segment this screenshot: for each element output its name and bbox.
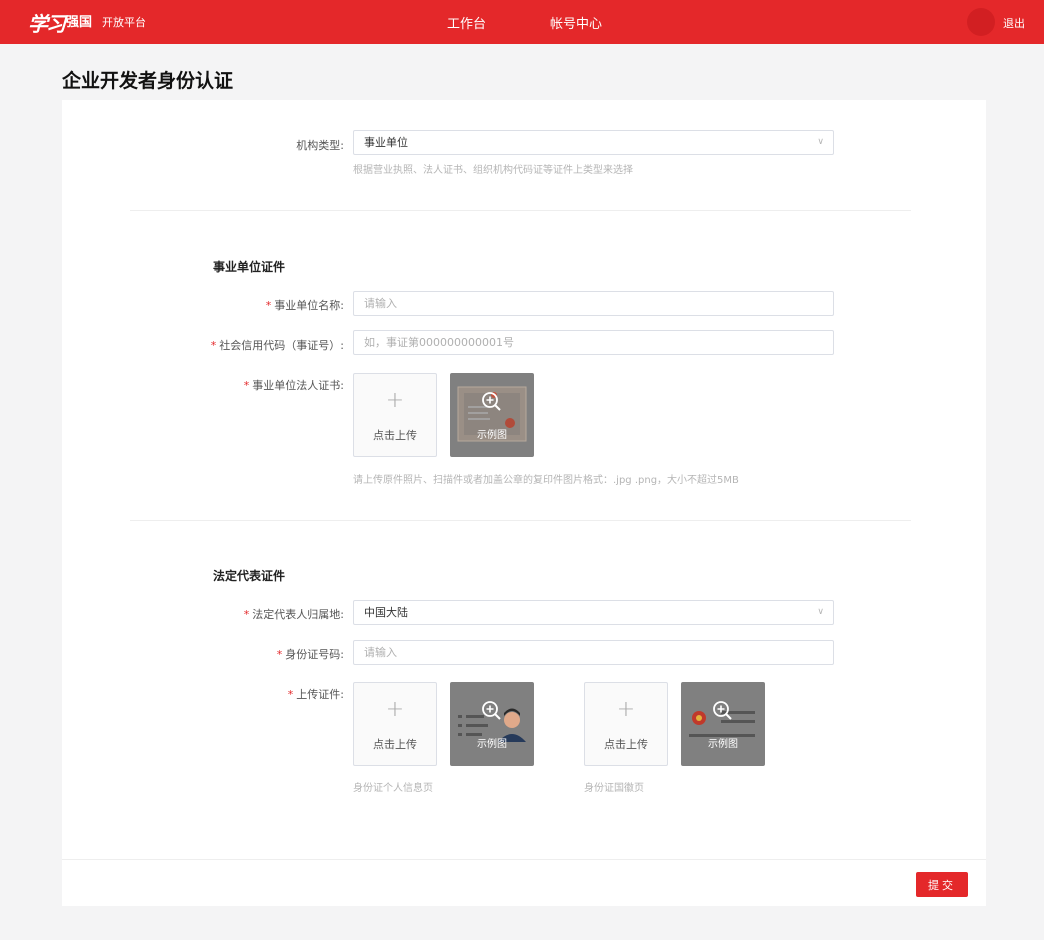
id-number-input[interactable]: 请输入 — [353, 640, 834, 665]
institution-name-input[interactable]: 请输入 — [353, 291, 834, 316]
nav-workbench[interactable]: 工作台 — [447, 13, 486, 32]
institution-section-title: 事业单位证件 — [213, 260, 286, 274]
id-number-label: * 身份证号码: — [276, 648, 344, 661]
example-label: 示例图 — [708, 739, 738, 750]
id-card-portrait-icon — [458, 708, 526, 742]
top-navigation-bar: 学习 强国 开放平台 工作台 帐号中心 退出 — [0, 0, 1044, 44]
platform-subtitle: 开放平台 — [102, 16, 147, 29]
id-front-upload-button[interactable]: + 点击上传 — [353, 682, 437, 766]
legal-cert-upload-button[interactable]: + 点击上传 — [353, 373, 437, 457]
id-back-upload-button[interactable]: + 点击上传 — [584, 682, 668, 766]
section-divider — [130, 210, 911, 211]
region-label: * 法定代表人归属地: — [243, 608, 344, 621]
plus-icon: + — [385, 388, 405, 413]
certificate-thumbnail-icon — [457, 386, 527, 442]
plus-icon: + — [385, 697, 405, 722]
plus-icon: + — [616, 697, 636, 722]
upload-label: 点击上传 — [373, 429, 417, 442]
org-type-value: 事业单位 — [364, 136, 408, 149]
legal-cert-label: * 事业单位法人证书: — [243, 379, 344, 392]
credit-code-label: * 社会信用代码（事证号）: — [210, 339, 344, 352]
section-divider — [130, 520, 911, 521]
id-front-example-image[interactable]: 示例图 — [450, 682, 534, 766]
example-label: 示例图 — [477, 430, 507, 441]
upload-label: 点击上传 — [373, 738, 417, 751]
form-card: 机构类型: 事业单位 ∨ 根据营业执照、法人证书、组织机构代码证等证件上类型来选… — [62, 100, 986, 906]
credit-code-input[interactable]: 如，事证第000000000001号 — [353, 330, 834, 355]
upload-format-hint: 请上传原件照片、扫描件或者加盖公章的复印件图片格式：.jpg .png，大小不超… — [353, 475, 739, 486]
submit-button[interactable]: 提交 — [916, 872, 968, 897]
region-value: 中国大陆 — [364, 606, 408, 619]
logo[interactable]: 学习 强国 开放平台 — [28, 9, 147, 36]
zoom-in-icon — [713, 701, 732, 720]
national-emblem-card-icon — [689, 711, 755, 737]
nav-account-center[interactable]: 帐号中心 — [550, 13, 602, 32]
example-label: 示例图 — [477, 739, 507, 750]
zoom-in-icon — [482, 392, 501, 411]
logout-link[interactable]: 退出 — [1003, 15, 1025, 31]
id-back-example-image[interactable]: 示例图 — [681, 682, 765, 766]
org-type-select[interactable]: 事业单位 ∨ — [353, 130, 834, 155]
avatar[interactable] — [967, 8, 995, 36]
chevron-down-icon: ∨ — [817, 607, 824, 617]
org-type-hint: 根据营业执照、法人证书、组织机构代码证等证件上类型来选择 — [353, 165, 633, 176]
upload-label: 点击上传 — [604, 738, 648, 751]
upload-id-label: * 上传证件: — [287, 688, 344, 701]
region-select[interactable]: 中国大陆 ∨ — [353, 600, 834, 625]
legal-cert-example-image[interactable]: 示例图 — [450, 373, 534, 457]
id-front-caption: 身份证个人信息页 — [353, 783, 433, 794]
chevron-down-icon: ∨ — [817, 137, 824, 147]
footer-divider — [62, 859, 986, 860]
org-type-label: 机构类型: — [296, 139, 344, 152]
page-title: 企业开发者身份认证 — [62, 70, 234, 92]
legal-rep-section-title: 法定代表证件 — [213, 569, 286, 583]
id-back-caption: 身份证国徽页 — [584, 783, 644, 794]
institution-name-label: * 事业单位名称: — [265, 299, 344, 312]
logo-script-text: 学习 — [28, 11, 66, 36]
logo-mark-text: 强国 — [66, 14, 93, 30]
zoom-in-icon — [482, 701, 501, 720]
